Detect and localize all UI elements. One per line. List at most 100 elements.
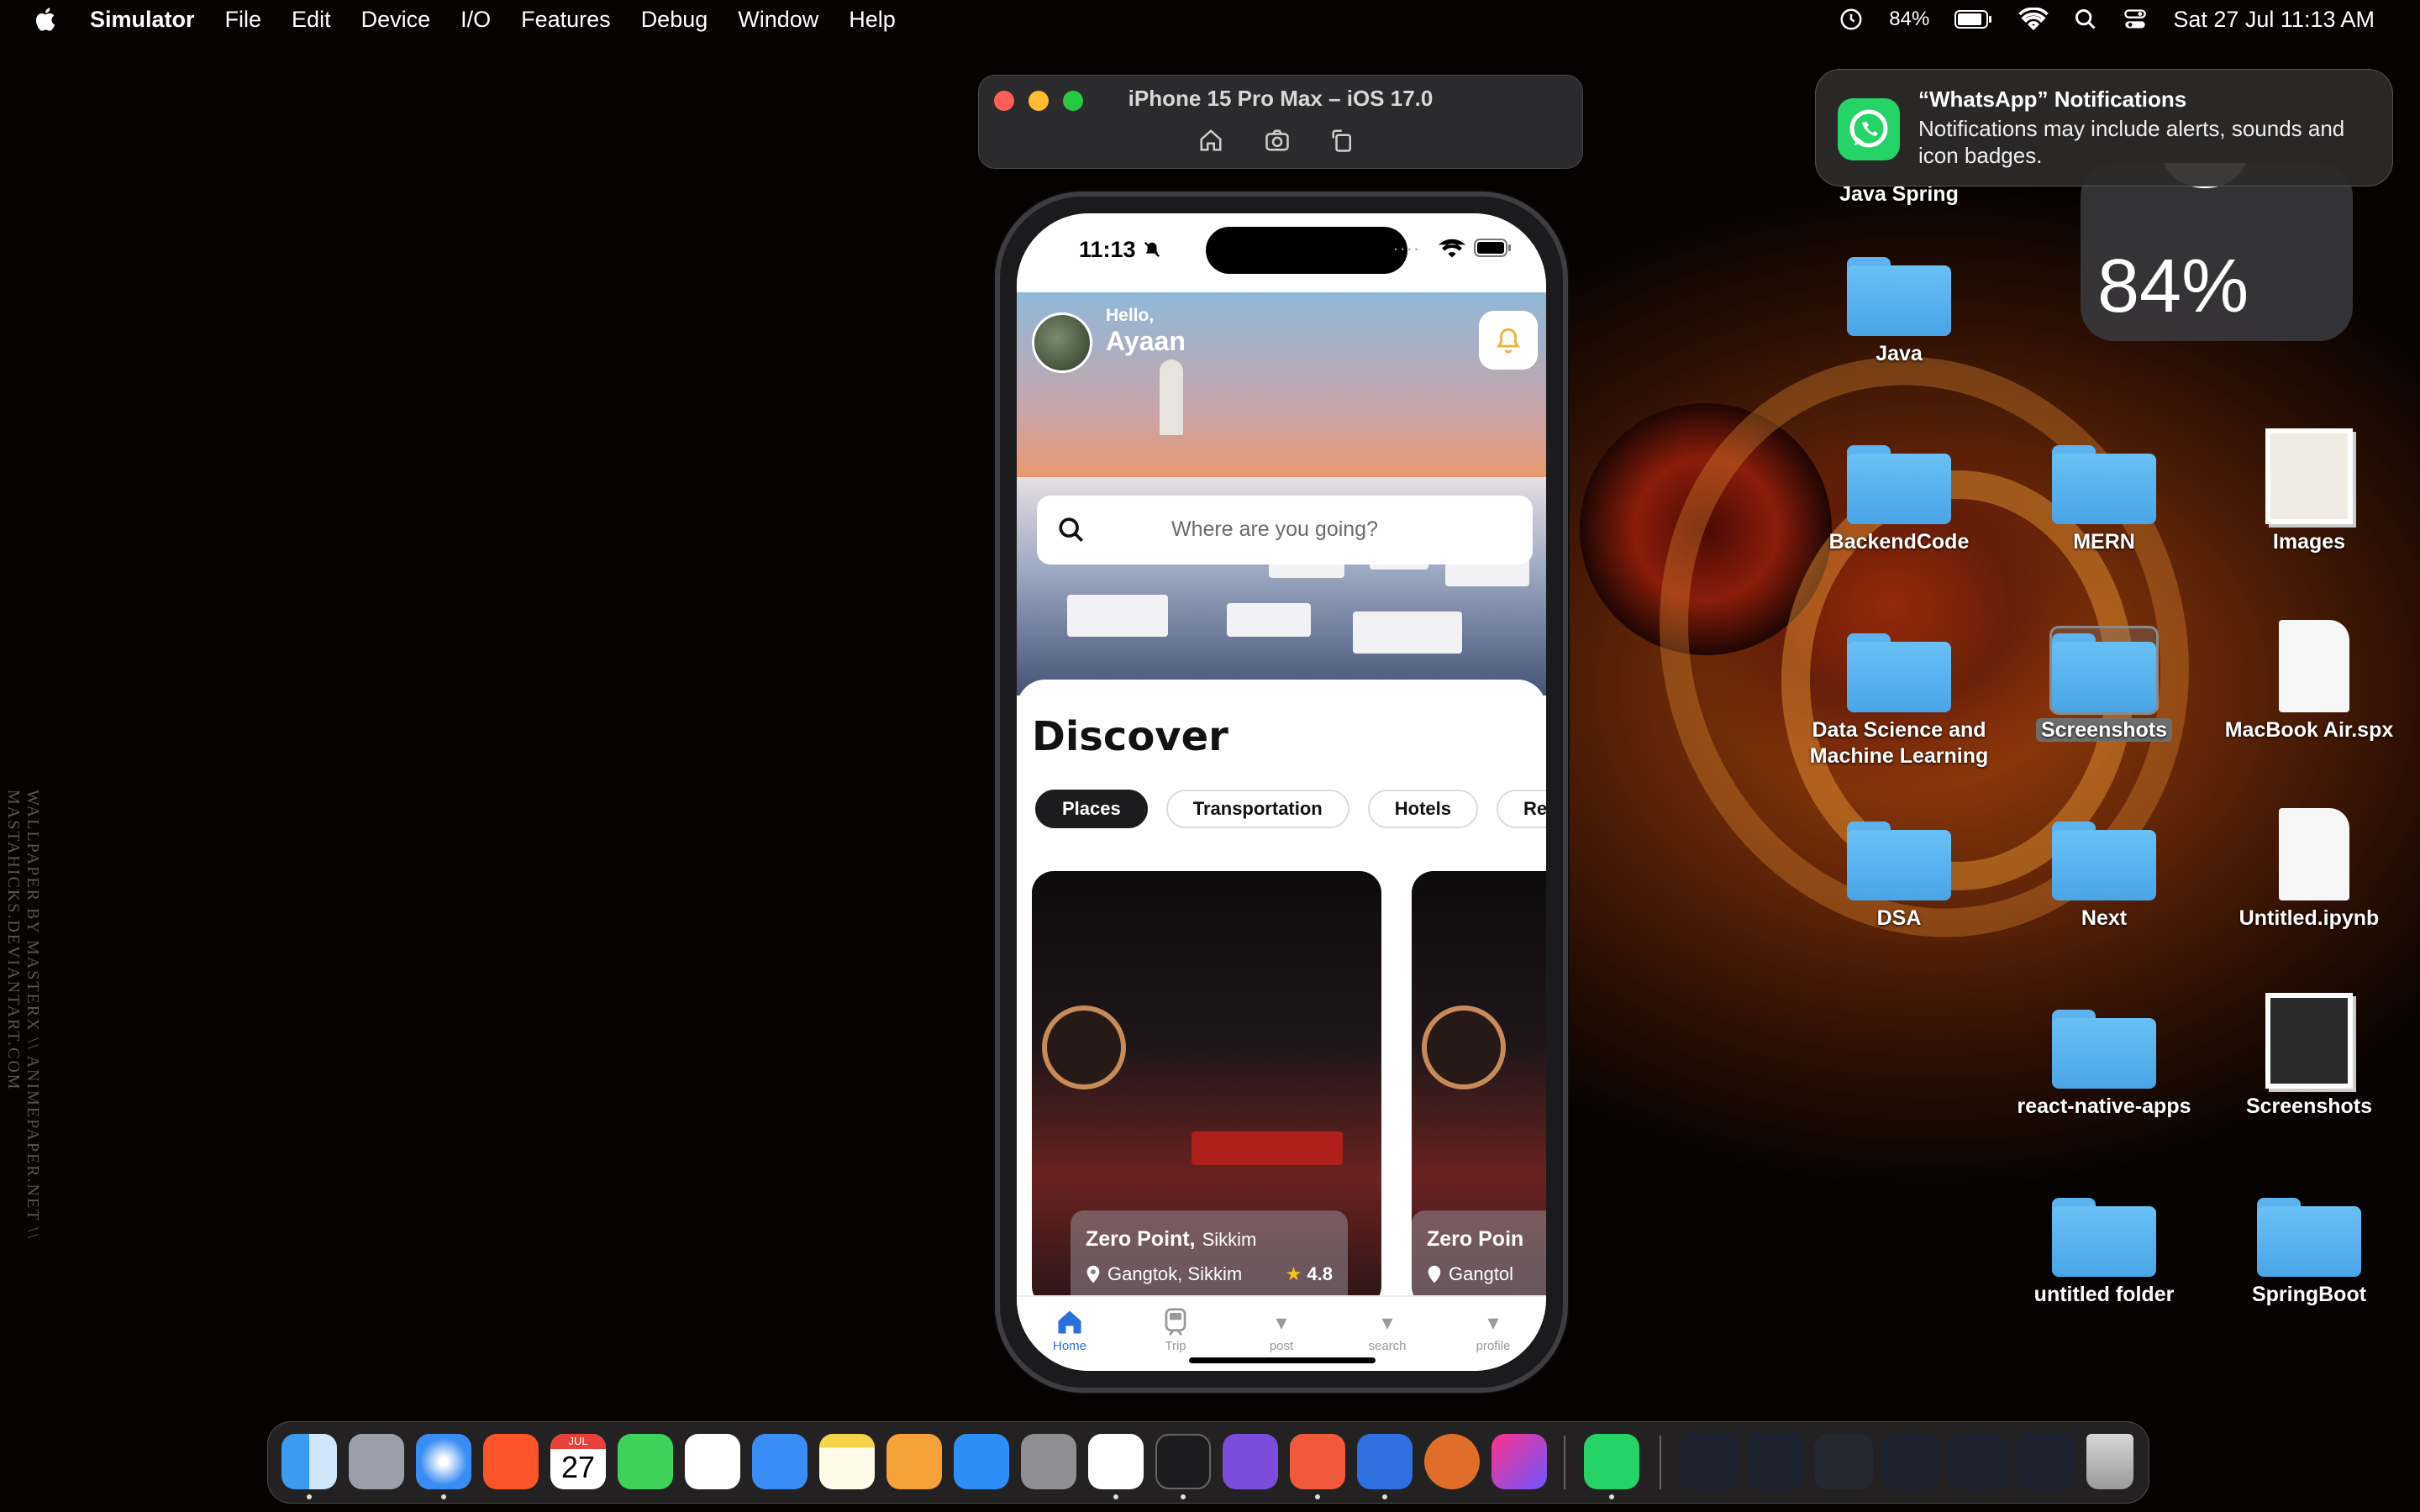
brave-icon[interactable] (483, 1434, 539, 1489)
safari-icon[interactable] (416, 1434, 471, 1489)
folder-icon (2052, 1198, 2156, 1277)
window-thumbnail[interactable] (1949, 1434, 2007, 1489)
desktop-folder-react-native-apps[interactable]: react-native-apps (2012, 1005, 2196, 1120)
desktop-folder-dsa[interactable]: DSA (1807, 816, 1991, 932)
trash-icon[interactable] (2086, 1434, 2133, 1489)
terminal-icon[interactable] (1155, 1434, 1211, 1489)
tab-label: profile (1476, 1339, 1511, 1353)
menu-app-name[interactable]: Simulator (90, 7, 195, 33)
place-card[interactable]: Zero Poin Gangtol (1412, 871, 1546, 1308)
menu-device[interactable]: Device (361, 7, 431, 33)
desktop-file-macbook-spx[interactable]: MacBook Air.spx (2217, 620, 2402, 743)
desktop-folder-backendcode[interactable]: BackendCode (1807, 440, 1991, 555)
launchpad-icon[interactable] (349, 1434, 404, 1489)
battery-widget[interactable]: 84% (2081, 163, 2353, 341)
mail-icon[interactable] (752, 1434, 808, 1489)
folder-icon (1847, 822, 1951, 900)
menu-features[interactable]: Features (521, 7, 611, 33)
xcode-icon[interactable] (1357, 1434, 1413, 1489)
rotate-icon[interactable] (1330, 128, 1355, 153)
apple-menu-icon[interactable] (32, 5, 60, 34)
menu-file[interactable]: File (225, 7, 262, 33)
desktop-item-label: react-native-apps (2017, 1095, 2191, 1118)
avatar[interactable] (1032, 312, 1092, 373)
greeting-text: Hello, (1106, 306, 1155, 325)
spotlight-search-icon[interactable] (2074, 8, 2097, 31)
signal-dots-icon: .... (1393, 234, 1421, 255)
desktop-folder-mern[interactable]: MERN (2012, 440, 2196, 555)
folder-icon (2257, 1198, 2361, 1277)
battery-icon[interactable] (1954, 9, 1993, 29)
desktop-folder-screenshots[interactable]: Screenshots (2012, 626, 2196, 743)
finder-icon[interactable] (281, 1434, 337, 1489)
desktop-file-screenshots[interactable]: Screenshots (2217, 993, 2402, 1120)
menu-edit[interactable]: Edit (292, 7, 331, 33)
settings-icon[interactable] (1021, 1434, 1076, 1489)
time-machine-icon[interactable] (1839, 7, 1864, 32)
calendar-icon[interactable]: JUL 27 (550, 1434, 606, 1489)
window-thumbnail[interactable] (1881, 1434, 1940, 1489)
dock: JUL 27 (267, 1421, 2149, 1504)
pen-icon[interactable] (1290, 1434, 1345, 1489)
control-center-icon[interactable] (2123, 8, 2148, 31)
chip-places[interactable]: Places (1035, 790, 1148, 828)
folder-icon (2052, 822, 2156, 900)
bolt-icon[interactable] (1424, 1434, 1480, 1489)
tab-home[interactable]: Home (1028, 1297, 1112, 1371)
reminders-icon[interactable] (685, 1434, 740, 1489)
ios-status-time: 11:13 (1079, 237, 1136, 262)
desktop-folder-data-science[interactable]: Data Science and Machine Learning (1807, 628, 1991, 769)
window-thumbnail[interactable] (1814, 1434, 1873, 1489)
whatsapp-icon[interactable] (1584, 1434, 1639, 1489)
desktop-folder-springboot[interactable]: SpringBoot (2217, 1193, 2402, 1308)
desktop-file-untitled-ipynb[interactable]: Untitled.ipynb (2217, 808, 2402, 932)
desktop-item-label: Images (2272, 530, 2346, 554)
menubar-clock[interactable]: Sat 27 Jul 11:13 AM (2173, 7, 2375, 33)
tab-profile[interactable]: ▾ profile (1451, 1297, 1535, 1371)
desktop-folder-untitled[interactable]: untitled folder (2012, 1193, 2196, 1308)
chip-hotels[interactable]: Hotels (1367, 790, 1478, 828)
silent-bell-icon (1144, 241, 1160, 258)
place-region: Sikkim (1202, 1229, 1257, 1250)
menu-io[interactable]: I/O (460, 7, 491, 33)
facetime-icon[interactable] (618, 1434, 673, 1489)
search-input[interactable]: Where are you going? (1171, 517, 1378, 542)
wifi-icon[interactable] (2018, 8, 2049, 31)
caret-icon: ▾ (1487, 1309, 1499, 1335)
home-indicator[interactable] (1189, 1357, 1376, 1363)
notes-icon[interactable] (819, 1434, 875, 1489)
simulator-window-title: iPhone 15 Pro Max – iOS 17.0 (1128, 86, 1434, 111)
desktop-file-images[interactable]: Images (2217, 428, 2402, 555)
menu-window[interactable]: Window (738, 7, 818, 33)
menu-debug[interactable]: Debug (641, 7, 708, 33)
place-card[interactable]: Zero Point, Sikkim Gangtok, Sikkim ★ 4.8 (1032, 871, 1381, 1308)
battery-percent: 84% (1889, 8, 1930, 30)
bell-icon (1497, 328, 1520, 354)
whatsapp-notification-banner[interactable]: “WhatsApp” Notifications Notifications m… (1815, 69, 2393, 186)
chip-restaurants[interactable]: Res (1497, 790, 1546, 828)
place-location: Gangtol (1449, 1263, 1514, 1284)
window-thumbnail[interactable] (1747, 1434, 1806, 1489)
menu-help[interactable]: Help (849, 7, 896, 33)
place-title: Zero Poin (1427, 1227, 1524, 1251)
vscode-icon[interactable] (1088, 1434, 1144, 1489)
intellij-icon[interactable] (1491, 1434, 1547, 1489)
home-icon[interactable] (1197, 128, 1224, 153)
star-icon: ★ (1285, 1263, 1302, 1284)
window-thumbnail[interactable] (1680, 1434, 1739, 1489)
github-icon[interactable] (1223, 1434, 1278, 1489)
notification-title: “WhatsApp” Notifications (1918, 87, 2187, 112)
desktop-folder-next[interactable]: Next (2012, 816, 2196, 932)
iphone-screen[interactable]: 11:13 .... Hello, Ayaan Where are you go… (1017, 213, 1546, 1371)
notifications-button[interactable] (1479, 311, 1538, 370)
notification-body: Notifications may include alerts, sounds… (1918, 116, 2345, 168)
desktop-item-label: BackendCode (1828, 530, 1970, 554)
chip-transportation[interactable]: Transportation (1165, 790, 1349, 828)
appstore-icon[interactable] (954, 1434, 1009, 1489)
window-thumbnail[interactable] (2016, 1434, 2075, 1489)
screenshot-icon[interactable] (1263, 128, 1292, 153)
pages-icon[interactable] (886, 1434, 942, 1489)
search-bar[interactable]: Where are you going? (1037, 496, 1533, 564)
desktop-folder-java[interactable]: Java (1807, 252, 1991, 367)
simulator-window-titlebar[interactable]: iPhone 15 Pro Max – iOS 17.0 (978, 75, 1583, 169)
